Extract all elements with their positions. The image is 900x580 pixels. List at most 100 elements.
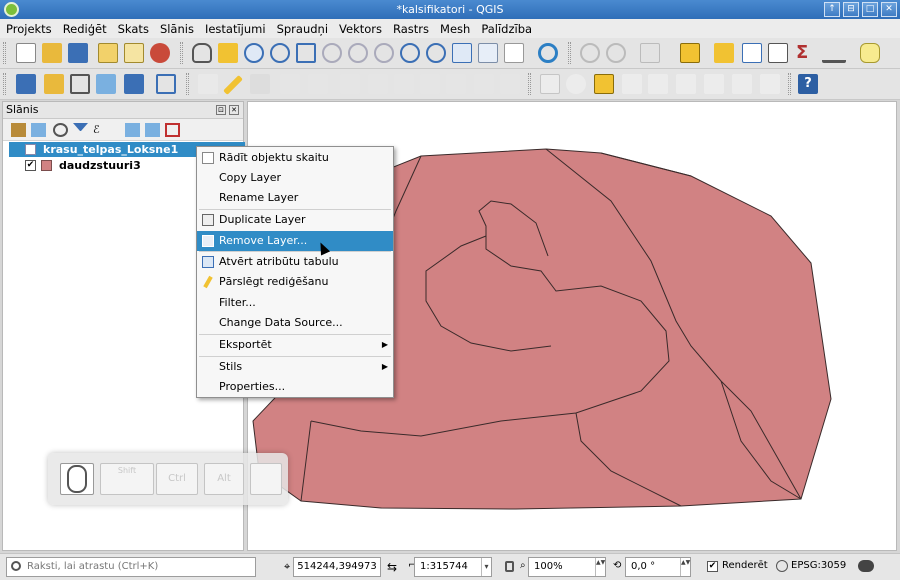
- pan-hand-icon[interactable]: [192, 43, 212, 63]
- zoom-last-icon[interactable]: [400, 43, 420, 63]
- menu-iestatijumi[interactable]: Iestatījumi: [205, 22, 266, 36]
- attribute-table-icon[interactable]: [742, 43, 762, 63]
- locator-search-input[interactable]: Raksti, lai atrastu (Ctrl+K): [6, 557, 256, 577]
- vertex-tool-icon[interactable]: [308, 74, 328, 94]
- new-geopackage-icon[interactable]: [44, 74, 64, 94]
- label-move-icon[interactable]: [648, 74, 668, 94]
- new-project-icon[interactable]: [16, 43, 36, 63]
- label-toolbar-icon[interactable]: [540, 74, 560, 94]
- delete-selected-icon[interactable]: [368, 74, 388, 94]
- map-tips-icon[interactable]: [860, 43, 880, 63]
- pan-to-selection-icon[interactable]: [218, 43, 238, 63]
- label-diagram-icon[interactable]: [732, 74, 752, 94]
- menu-vektors[interactable]: Vektors: [339, 22, 382, 36]
- zoom-selection-icon[interactable]: [322, 43, 342, 63]
- remove-layer-icon[interactable]: [165, 123, 180, 137]
- shade-button[interactable]: ↑: [824, 2, 840, 17]
- toggle-extents-icon[interactable]: ⇆: [387, 560, 397, 574]
- paste-features-icon[interactable]: [446, 74, 466, 94]
- help-icon[interactable]: ?: [798, 74, 818, 94]
- scale-dropdown-icon[interactable]: ▾: [481, 558, 491, 576]
- menu-slanis[interactable]: Slānis: [160, 22, 194, 36]
- save-project-icon[interactable]: [68, 43, 88, 63]
- new-map-view-icon[interactable]: [452, 43, 472, 63]
- menu-projekts[interactable]: Projekts: [6, 22, 52, 36]
- menu-item-properties[interactable]: Properties...: [197, 377, 393, 397]
- refresh-icon[interactable]: [538, 43, 558, 63]
- crs-label[interactable]: EPSG:3059: [791, 560, 846, 571]
- statistics-sigma-icon[interactable]: Σ: [796, 43, 816, 63]
- menu-mesh[interactable]: Mesh: [440, 22, 470, 36]
- run-action-icon[interactable]: [606, 43, 626, 63]
- modify-attributes-icon[interactable]: [340, 74, 360, 94]
- add-group-icon[interactable]: [31, 123, 46, 137]
- style-panel-icon[interactable]: [11, 123, 26, 137]
- label-pin-diagram-icon[interactable]: [760, 74, 780, 94]
- select-by-value-icon[interactable]: [680, 43, 700, 63]
- menu-item-toggle-editing[interactable]: Pārslēgt rediģēšanu: [197, 272, 393, 292]
- menu-palidziba[interactable]: Palīdzība: [481, 22, 532, 36]
- minimize-button[interactable]: ⊟: [843, 2, 859, 17]
- zoom-full-icon[interactable]: [296, 43, 316, 63]
- new-shapefile-icon[interactable]: [70, 74, 90, 94]
- label-highlight-icon[interactable]: [594, 74, 614, 94]
- menu-rastrs[interactable]: Rastrs: [393, 22, 429, 36]
- zoom-native-icon[interactable]: [374, 43, 394, 63]
- identify-features-icon[interactable]: [580, 43, 600, 63]
- menu-item-open-attribute-table[interactable]: Atvērt atribūtu tabulu: [197, 252, 393, 272]
- digitize-icon[interactable]: [280, 74, 300, 94]
- manage-themes-eye-icon[interactable]: [53, 123, 68, 137]
- copy-features-icon[interactable]: [420, 74, 440, 94]
- new-scratch-layer-icon[interactable]: [96, 74, 116, 94]
- coordinate-field[interactable]: 514244,394973: [293, 557, 381, 577]
- layout-manager-icon[interactable]: [124, 43, 144, 63]
- menu-item-copy-layer[interactable]: Copy Layer: [197, 168, 393, 188]
- new-3d-view-icon[interactable]: [478, 43, 498, 63]
- data-source-manager-icon[interactable]: [16, 74, 36, 94]
- measure-icon[interactable]: [822, 43, 846, 63]
- close-panel-icon[interactable]: ✕: [229, 105, 239, 115]
- menu-item-remove-layer[interactable]: Remove Layer...: [197, 231, 393, 251]
- menu-item-export[interactable]: Eksportēt ▶: [197, 335, 393, 355]
- menu-item-rename-layer[interactable]: Rename Layer: [197, 188, 393, 208]
- maximize-button[interactable]: □: [862, 2, 878, 17]
- zoom-layer-icon[interactable]: [348, 43, 368, 63]
- menu-rediget[interactable]: Rediģēt: [63, 22, 107, 36]
- rotation-field[interactable]: 0,0 ° ▲▼: [625, 557, 691, 577]
- filter-expression-icon[interactable]: ℰ: [93, 123, 108, 137]
- magnifier-field[interactable]: 100% ▲▼: [528, 557, 606, 577]
- undo-icon[interactable]: [474, 74, 494, 94]
- close-button[interactable]: ✕: [881, 2, 897, 17]
- float-panel-icon[interactable]: ⊡: [216, 105, 226, 115]
- expand-all-icon[interactable]: [125, 123, 140, 137]
- current-edits-icon[interactable]: [198, 74, 218, 94]
- menu-spraudni[interactable]: Spraudņi: [277, 22, 328, 36]
- redo-icon[interactable]: [500, 74, 520, 94]
- crs-globe-icon[interactable]: [776, 560, 788, 572]
- spatial-bookmark-icon[interactable]: [504, 43, 524, 63]
- label-pin-icon[interactable]: [566, 74, 586, 94]
- deselect-icon[interactable]: [714, 43, 734, 63]
- new-virtual-layer-icon[interactable]: [124, 74, 144, 94]
- zoom-in-icon[interactable]: [244, 43, 264, 63]
- collapse-all-icon[interactable]: [145, 123, 160, 137]
- menu-item-style[interactable]: Stils ▶: [197, 357, 393, 377]
- layer-visibility-checkbox[interactable]: ✔: [25, 160, 36, 171]
- label-change-icon[interactable]: [704, 74, 724, 94]
- magnifier-spinner[interactable]: ▲▼: [595, 558, 605, 576]
- zoom-next-icon[interactable]: [426, 43, 446, 63]
- toolbar-grip[interactable]: [3, 73, 6, 95]
- label-show-hide-icon[interactable]: [622, 74, 642, 94]
- style-manager-icon[interactable]: [150, 43, 170, 63]
- menu-item-filter[interactable]: Filter...: [197, 293, 393, 313]
- menu-item-show-feature-count[interactable]: Rādīt objektu skaitu: [197, 148, 393, 168]
- zoom-out-icon[interactable]: [270, 43, 290, 63]
- scale-field[interactable]: 1:315744 ▾: [414, 557, 492, 577]
- select-features-icon[interactable]: [640, 43, 660, 63]
- messages-icon[interactable]: [858, 560, 874, 572]
- rotation-spinner[interactable]: ▲▼: [680, 558, 690, 576]
- save-edits-icon[interactable]: [250, 74, 270, 94]
- lock-scale-icon[interactable]: [505, 561, 514, 572]
- add-layer-icon[interactable]: [156, 74, 176, 94]
- toggle-editing-pencil-icon[interactable]: [223, 75, 243, 95]
